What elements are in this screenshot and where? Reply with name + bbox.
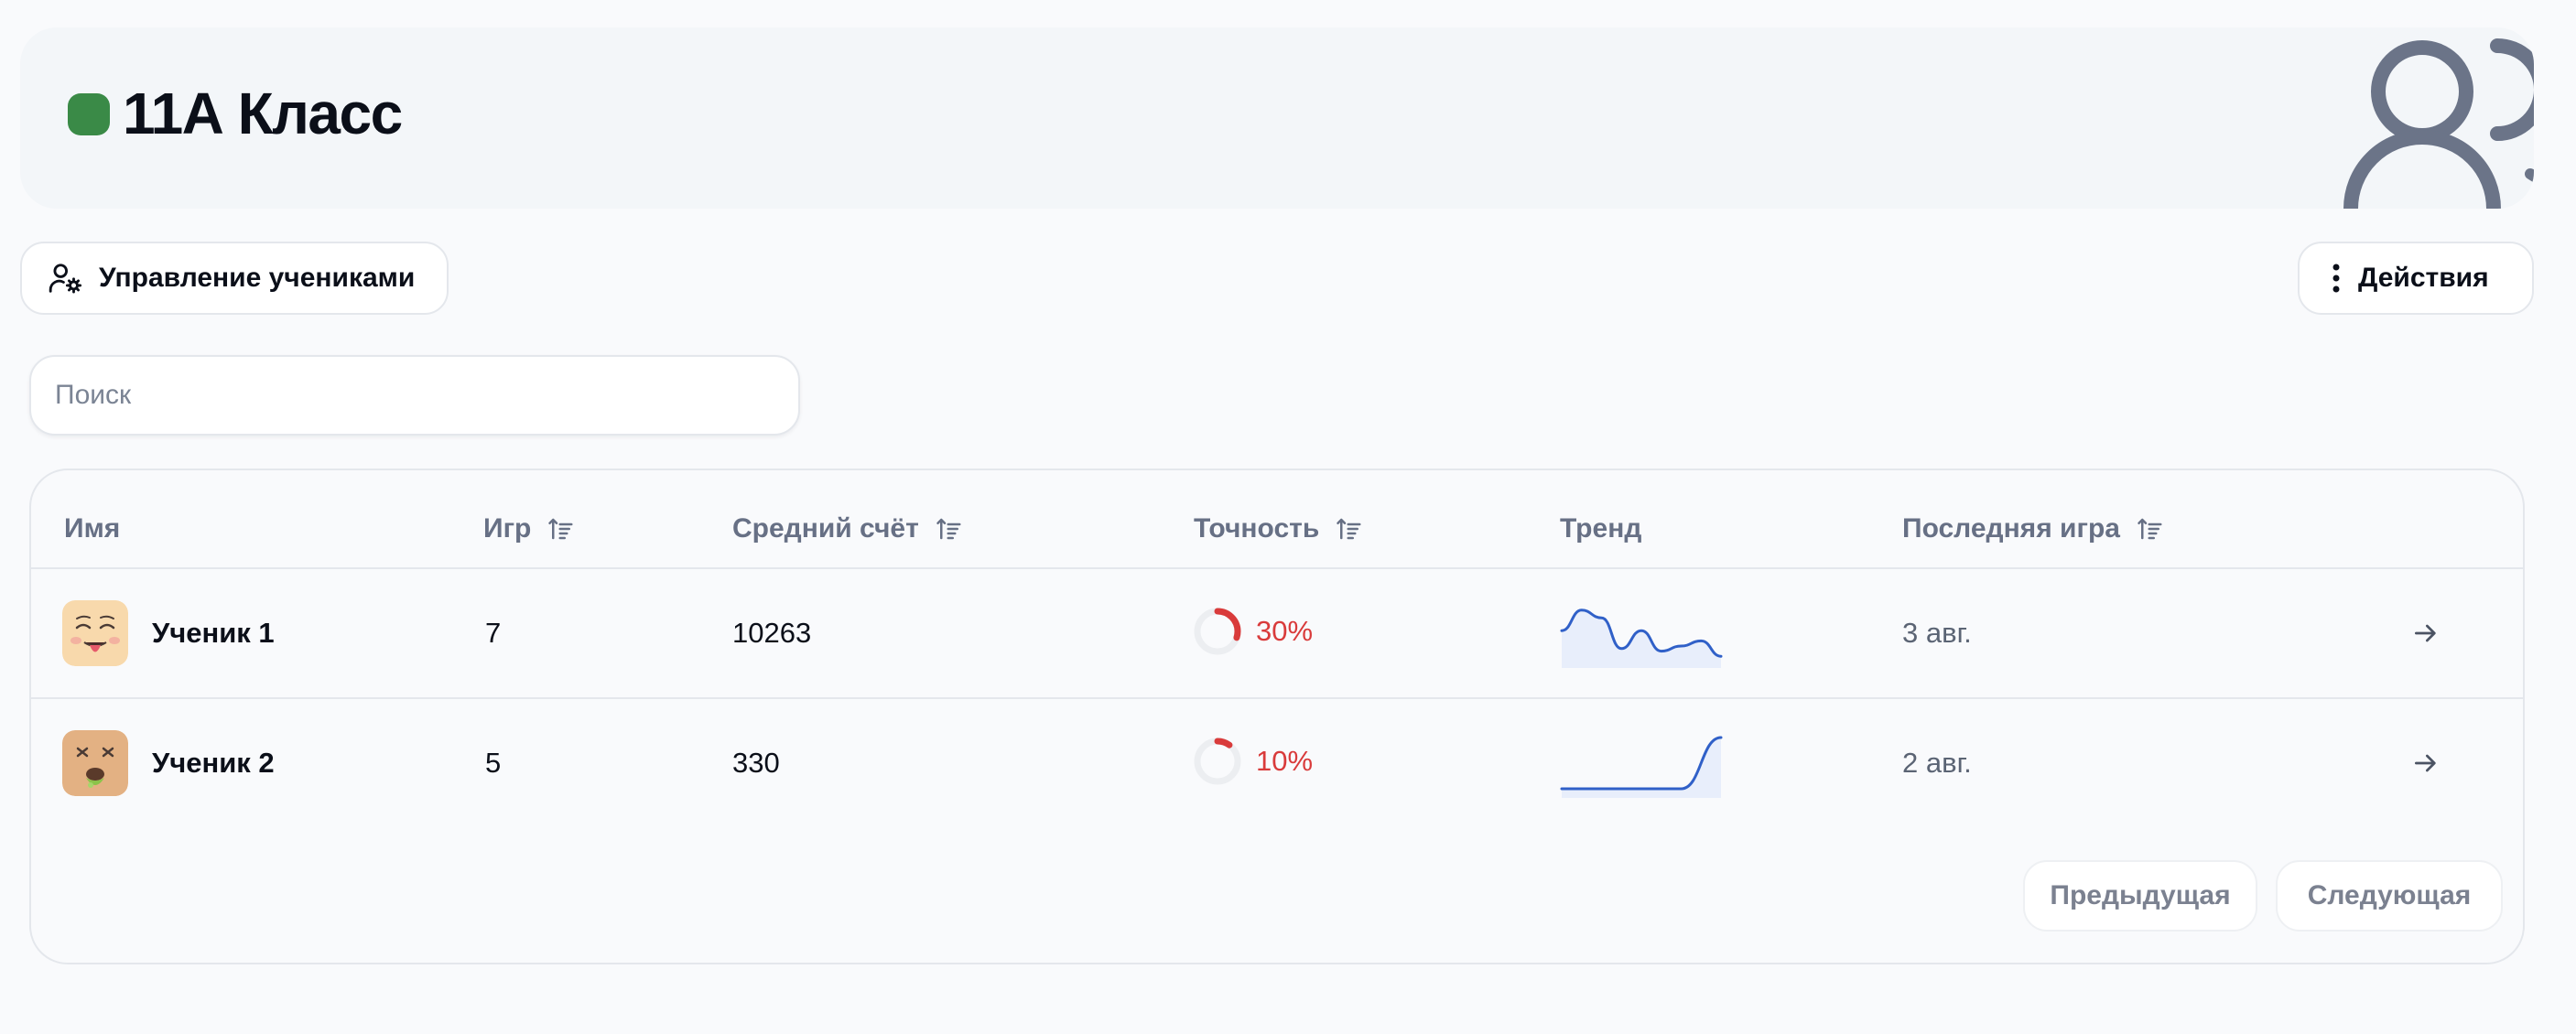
accuracy-ring (1194, 608, 1241, 655)
sort-icon[interactable] (547, 515, 575, 543)
class-header: 11А Класс (20, 27, 2534, 209)
more-vertical-icon (2332, 264, 2340, 293)
accuracy-value: 10% (1256, 745, 1314, 777)
arrow-right-icon[interactable] (2411, 749, 2441, 778)
previous-page-button[interactable]: Предыдущая (2023, 860, 2257, 932)
accuracy-cell: 10% (1192, 736, 1313, 787)
manage-students-button[interactable]: Управление учениками (20, 242, 449, 315)
accuracy-value: 30% (1256, 615, 1314, 647)
last-game-date: 2 авг. (1902, 747, 1972, 779)
trend-sparkline (1560, 609, 1723, 668)
student-name[interactable]: Ученик 2 (152, 745, 275, 781)
students-table: Имя Игр Средний счёт Точность Тренд Посл… (29, 469, 2525, 964)
games-count: 7 (485, 617, 502, 649)
sort-icon[interactable] (1336, 515, 1363, 543)
sort-icon[interactable] (936, 515, 963, 543)
page-title: 11А Класс (123, 81, 403, 146)
user-gear-icon (49, 264, 82, 294)
table-row[interactable]: Ученик 2 5 330 10% 2 авг. (31, 699, 2523, 827)
sort-icon[interactable] (2137, 515, 2164, 543)
manage-students-label: Управление учениками (99, 263, 416, 293)
column-header-name[interactable]: Имя (64, 501, 120, 556)
accuracy-cell: 30% (1192, 606, 1313, 657)
games-count: 5 (485, 747, 502, 779)
student-name[interactable]: Ученик 1 (152, 615, 275, 652)
actions-button[interactable]: Действия (2298, 242, 2534, 315)
arrow-right-icon[interactable] (2411, 619, 2441, 648)
tongue-out-face-icon (62, 600, 128, 666)
next-page-button[interactable]: Следующая (2276, 860, 2503, 932)
column-header-last-game[interactable]: Последняя игра (1902, 501, 2164, 556)
class-status-dot (68, 93, 110, 135)
last-game-date: 3 авг. (1902, 617, 1972, 649)
column-header-games[interactable]: Игр (483, 501, 575, 556)
dizzy-sick-face-icon (62, 730, 128, 796)
users-icon (2343, 38, 2534, 209)
actions-label: Действия (2358, 263, 2489, 293)
search-input[interactable] (29, 355, 800, 436)
avg-score: 330 (732, 747, 780, 779)
column-header-accuracy[interactable]: Точность (1194, 501, 1363, 556)
accuracy-ring (1194, 738, 1241, 785)
table-row[interactable]: Ученик 1 7 10263 30% 3 авг. (31, 569, 2523, 697)
column-header-avg-score[interactable]: Средний счёт (732, 501, 963, 556)
column-header-trend: Тренд (1560, 513, 1642, 544)
trend-sparkline (1560, 736, 1723, 798)
avg-score: 10263 (732, 617, 812, 649)
